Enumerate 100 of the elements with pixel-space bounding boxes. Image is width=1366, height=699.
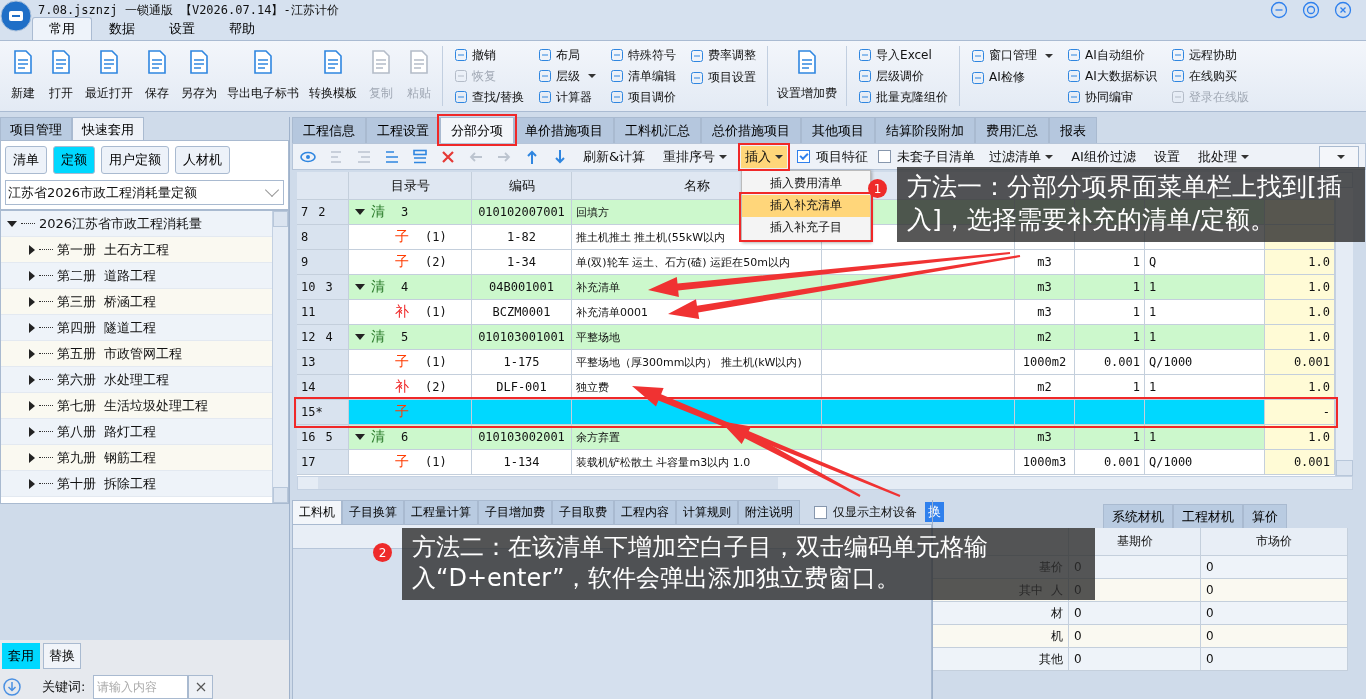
detail-tab[interactable]: 计算规则 [676, 500, 738, 524]
row-header[interactable]: 16 5 [297, 425, 349, 450]
ribbon-button[interactable]: 新建 [4, 44, 42, 108]
page-tab[interactable]: 工程设置 [366, 117, 440, 143]
row-header[interactable]: 7 2 [297, 200, 349, 225]
expand-toggle[interactable] [29, 374, 35, 385]
ribbon-button[interactable]: 在线购买 [1168, 66, 1251, 86]
column-header[interactable]: 编码 [472, 172, 572, 200]
ribbon-button[interactable]: 窗口管理 [969, 45, 1056, 66]
ribbon-button[interactable]: 清单编辑 [608, 66, 679, 86]
row-header[interactable]: 9 [297, 250, 349, 275]
page-tab[interactable]: 工程信息 [292, 117, 366, 143]
filter-button[interactable]: 人材机 [175, 146, 230, 174]
filter-button[interactable]: 用户定额 [101, 146, 169, 174]
expand-toggle[interactable] [29, 452, 35, 463]
toolbar-button[interactable]: AI组价过滤 [1067, 145, 1140, 168]
expand-toggle[interactable] [355, 209, 365, 215]
dropdown-button[interactable]: 批处理 [1193, 145, 1253, 168]
ribbon-button[interactable]: 项目设置 [688, 67, 759, 88]
dropdown-button[interactable]: 过滤清单 [985, 145, 1058, 168]
ribbon-button[interactable]: 导出电子标书 [222, 44, 304, 108]
maximize-icon[interactable] [1302, 1, 1320, 19]
menu-tab[interactable]: 常用 [32, 17, 92, 40]
expand-toggle[interactable] [29, 296, 35, 307]
ribbon-button[interactable]: 布局 [536, 45, 599, 65]
ribbon-button[interactable]: 项目调价 [608, 87, 679, 107]
expand-toggle[interactable] [29, 478, 35, 489]
close-icon[interactable] [1334, 1, 1352, 19]
expand-toggle[interactable] [7, 220, 17, 227]
filter-button[interactable]: 清单 [5, 146, 47, 174]
detail-tab[interactable]: 子目取费 [552, 500, 614, 524]
dropdown-button[interactable]: 重排序号 [659, 145, 732, 168]
ribbon-button[interactable]: 最近打开 [80, 44, 138, 108]
clear-button[interactable] [188, 675, 214, 699]
toolbar-button[interactable]: 设置 [1149, 145, 1184, 168]
page-tab[interactable]: 分部分项 [440, 117, 514, 143]
expand-toggle[interactable] [355, 334, 365, 340]
detail-tab[interactable]: 工料机 [292, 500, 342, 524]
toolbar-button[interactable]: 刷新&计算 [579, 145, 650, 168]
page-tab[interactable]: 其他项目 [801, 117, 875, 143]
row-header[interactable]: 17 [297, 450, 349, 475]
ribbon-button[interactable]: 费率调整 [688, 45, 759, 66]
panel-tab[interactable]: 快速套用 [72, 117, 144, 140]
ribbon-button[interactable]: 批量克隆组价 [856, 87, 951, 107]
ribbon-button[interactable]: 转换模板 [304, 44, 362, 108]
download-icon[interactable] [2, 677, 22, 697]
ribbon-button[interactable]: 层级调价 [856, 66, 951, 86]
expand-toggle[interactable] [355, 434, 365, 440]
ribbon-button[interactable]: AI大数据标识 [1065, 66, 1159, 86]
scrollbar[interactable] [297, 476, 1353, 490]
row-header[interactable]: 15* [297, 400, 349, 425]
page-tab[interactable]: 报表 [1049, 117, 1097, 143]
ribbon-button[interactable]: 导入Excel [856, 45, 951, 65]
menu-tab[interactable]: 帮助 [212, 17, 272, 40]
expand-toggle[interactable] [29, 400, 35, 411]
panel-tab[interactable]: 项目管理 [0, 117, 72, 140]
expand-toggle[interactable] [29, 426, 35, 437]
row-header[interactable]: 10 3 [297, 275, 349, 300]
dropdown-button[interactable]: 插入 [741, 145, 788, 168]
detail-tab[interactable]: 子目换算 [342, 500, 404, 524]
ribbon-button[interactable]: 计算器 [536, 87, 599, 107]
ribbon-button[interactable]: 层级 [536, 66, 599, 86]
action-button[interactable]: 套用 [2, 643, 40, 669]
detail-tab[interactable]: 工程量计算 [404, 500, 478, 524]
detail-tab[interactable]: 附注说明 [738, 500, 800, 524]
action-button[interactable]: 替换 [43, 643, 81, 669]
column-header[interactable]: 目录号 [349, 172, 472, 200]
ribbon-button[interactable]: 特殊符号 [608, 45, 679, 65]
price-tab[interactable]: 工程材机 [1173, 504, 1243, 528]
ribbon-button[interactable]: 保存 [138, 44, 176, 108]
row-header[interactable]: 12 4 [297, 325, 349, 350]
row-header[interactable]: 14 [297, 375, 349, 400]
library-dropdown[interactable]: 江苏省2026市政工程消耗量定额 [5, 180, 284, 205]
ribbon-button[interactable]: 协同编审 [1065, 87, 1159, 107]
detail-tab[interactable]: 工程内容 [614, 500, 676, 524]
swap-button[interactable]: 换 [925, 502, 944, 522]
row-header[interactable]: 13 [297, 350, 349, 375]
checkbox[interactable] [878, 150, 892, 163]
price-tab[interactable]: 系统材机 [1103, 504, 1173, 528]
page-tab[interactable]: 结算阶段附加 [875, 117, 975, 143]
expand-toggle[interactable] [29, 348, 35, 359]
filter-button[interactable]: 定额 [53, 146, 95, 174]
ribbon-button[interactable]: 撤销 [452, 45, 527, 65]
ribbon-button[interactable]: 设置增加费 [772, 44, 843, 108]
row-header[interactable]: 8 [297, 225, 349, 250]
menu-tab[interactable]: 数据 [92, 17, 152, 40]
ribbon-button[interactable]: 查找/替换 [452, 87, 527, 107]
search-field[interactable]: 请输入内容 [93, 675, 189, 699]
ribbon-button[interactable]: 打开 [42, 44, 80, 108]
scrollbar[interactable] [272, 211, 288, 503]
page-tab[interactable]: 费用汇总 [975, 117, 1049, 143]
ribbon-button[interactable]: 另存为 [176, 44, 222, 108]
minimize-icon[interactable] [1270, 1, 1288, 19]
page-tab[interactable]: 单价措施项目 [514, 117, 614, 143]
ribbon-button[interactable]: AI检修 [969, 67, 1056, 88]
menu-item[interactable]: 插入补充清单 [742, 194, 871, 217]
expand-toggle[interactable] [29, 244, 35, 255]
lines-icon[interactable] [411, 147, 429, 166]
price-tab[interactable]: 算价 [1243, 504, 1287, 528]
checkbox[interactable] [814, 505, 827, 519]
